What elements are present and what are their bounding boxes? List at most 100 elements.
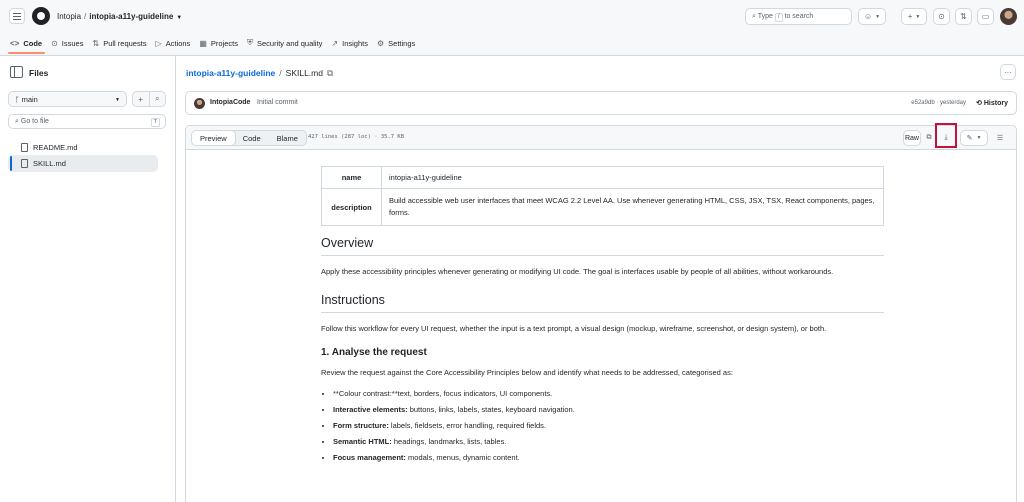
repo-link[interactable]: intopia-a11y-guideline <box>89 12 173 21</box>
tab-blame[interactable]: Blame <box>269 131 306 145</box>
tab-label: Insights <box>342 38 368 48</box>
list-item-bold: Semantic HTML: <box>333 436 392 446</box>
code-icon: <> <box>10 38 20 48</box>
edit-file-button[interactable]: ✎ ▼ <box>960 130 988 146</box>
tab-pull-requests[interactable]: ⇅ Pull requests <box>90 36 153 50</box>
search-input[interactable]: ⌕ Type / to search <box>745 8 852 25</box>
tree-item-skill[interactable]: SKILL.md <box>8 155 158 172</box>
outline-button[interactable]: ☰ <box>992 130 1008 146</box>
issues-button[interactable]: ⊙ <box>933 8 950 25</box>
tree-item-label: SKILL.md <box>33 159 66 168</box>
raw-button[interactable]: Raw <box>903 130 921 146</box>
copy-raw-button[interactable]: ⧉ <box>923 130 935 146</box>
avatar[interactable] <box>1000 8 1017 25</box>
heading-overview: Overview <box>321 236 884 256</box>
chevron-down-icon: ▼ <box>875 13 881 20</box>
go-to-file-shortcut: T <box>150 118 160 127</box>
search-icon[interactable]: ⌕ <box>148 92 166 106</box>
download-highlight-box <box>935 123 957 148</box>
tab-insights[interactable]: ↗ Insights <box>329 36 375 50</box>
tree-item-label: README.md <box>33 143 78 152</box>
table-cell-key: description <box>321 188 382 226</box>
chevron-down-icon[interactable]: ▼ <box>176 15 182 21</box>
heading-step-1: 1. Analyse the request <box>321 347 427 358</box>
breadcrumb: intopia-a11y-guideline / SKILL.md ⧉ <box>186 68 333 79</box>
list-item: **Colour contrast:**text, borders, focus… <box>333 386 884 402</box>
copy-path-icon[interactable]: ⧉ <box>327 68 333 78</box>
list-item-bold: Form structure: <box>333 420 389 430</box>
commit-message[interactable]: Initial commit <box>257 99 298 106</box>
breadcrumb-separator: / <box>84 12 87 21</box>
tab-preview[interactable]: Preview <box>191 131 236 145</box>
plus-icon: + <box>907 12 913 21</box>
pull-requests-button[interactable]: ⇅ <box>955 8 972 25</box>
tab-label: Code <box>23 38 43 48</box>
file-icon <box>21 143 28 152</box>
file-header: Preview Code Blame 427 lines (287 loc) ·… <box>186 123 1016 150</box>
list-item-text: modals, menus, dynamic content. <box>405 452 520 462</box>
copilot-icon: ☺ <box>863 12 873 21</box>
tab-settings[interactable]: ⚙ Settings <box>375 36 422 50</box>
go-to-file-placeholder: Go to file <box>20 118 49 125</box>
tab-security[interactable]: ⛨ Security and quality <box>245 36 329 50</box>
overview-paragraph: Apply these accessibility principles whe… <box>321 267 834 276</box>
list-icon: ☰ <box>996 135 1004 142</box>
list-item-text: headings, landmarks, lists, tables. <box>391 436 507 446</box>
branch-name: main <box>21 95 38 104</box>
menu-icon[interactable] <box>9 8 25 24</box>
tab-label: Projects <box>210 38 238 48</box>
breadcrumb-repo-link[interactable]: intopia-a11y-guideline <box>186 68 275 78</box>
copilot-button[interactable]: ☺ ▼ <box>858 8 886 25</box>
tab-code[interactable]: <> Code <box>8 36 49 50</box>
active-tab-indicator <box>8 52 45 54</box>
history-icon: ⟲ <box>976 100 982 107</box>
kebab-icon: ··· <box>1004 67 1012 77</box>
github-logo-icon[interactable] <box>32 7 50 25</box>
sidebar-collapse-icon[interactable] <box>10 66 23 78</box>
issue-icon: ⊙ <box>51 38 58 48</box>
search-suffix: to search <box>784 13 814 20</box>
commit-meta[interactable]: e52a9db · yesterday <box>911 100 966 106</box>
file-viewer: Preview Code Blame 427 lines (287 loc) ·… <box>185 123 1017 502</box>
instructions-paragraph: Follow this workflow for every UI reques… <box>321 323 827 333</box>
heading-instructions: Instructions <box>321 293 884 313</box>
search-prefix: Type <box>757 13 773 20</box>
list-item: Form structure: labels, fieldsets, error… <box>333 418 884 434</box>
tab-issues[interactable]: ⊙ Issues <box>49 36 90 50</box>
tab-projects[interactable]: ▦ Projects <box>197 36 245 50</box>
more-options-button[interactable]: ··· <box>1000 64 1016 80</box>
owner-link[interactable]: Intopia <box>57 12 81 21</box>
markdown-body: name intopia-a11y-guideline description … <box>321 166 884 466</box>
breadcrumb-separator: / <box>279 68 282 78</box>
list-item-bold: Interactive elements: <box>333 404 408 414</box>
inbox-button[interactable]: ▭ <box>977 8 994 25</box>
breadcrumb-file: SKILL.md <box>285 68 323 78</box>
branch-selector[interactable]: ᚴ main ▼ <box>8 91 127 107</box>
table-cell-value: Build accessible web user interfaces tha… <box>381 188 884 226</box>
latest-commit-bar: IntopiaCode Initial commit e52a9db · yes… <box>185 91 1017 115</box>
step-1-paragraph: Review the request against the Core Acce… <box>321 368 733 377</box>
principles-list: **Colour contrast:**text, borders, focus… <box>333 386 884 466</box>
history-label: History <box>983 100 1008 107</box>
list-item: Semantic HTML: headings, landmarks, list… <box>333 434 884 450</box>
add-file-icon[interactable]: + <box>133 92 149 106</box>
list-item-bold: Focus management: <box>333 452 406 462</box>
avatar[interactable] <box>194 98 205 109</box>
tree-item-readme[interactable]: README.md <box>8 139 158 156</box>
commit-author[interactable]: IntopiaCode <box>210 99 250 106</box>
inbox-icon: ▭ <box>981 12 990 21</box>
tab-code-view[interactable]: Code <box>235 131 269 145</box>
selected-item-indicator <box>10 156 12 171</box>
branch-icon: ᚴ <box>15 95 20 104</box>
tab-actions[interactable]: ▷ Actions <box>154 36 198 50</box>
list-item: Interactive elements: buttons, links, la… <box>333 402 884 418</box>
create-new-button[interactable]: + ▼ <box>901 8 927 25</box>
tab-label: Issues <box>61 38 84 48</box>
history-button[interactable]: ⟲ History <box>976 99 1008 107</box>
list-item-text: labels, fieldsets, error handling, requi… <box>388 420 547 430</box>
file-icon <box>21 159 28 168</box>
tab-label: Actions <box>165 38 191 48</box>
table-cell-key: name <box>321 166 382 189</box>
list-item-text: buttons, links, labels, states, keyboard… <box>407 404 575 414</box>
go-to-file-input[interactable]: ⌕ Go to file T <box>8 114 166 129</box>
